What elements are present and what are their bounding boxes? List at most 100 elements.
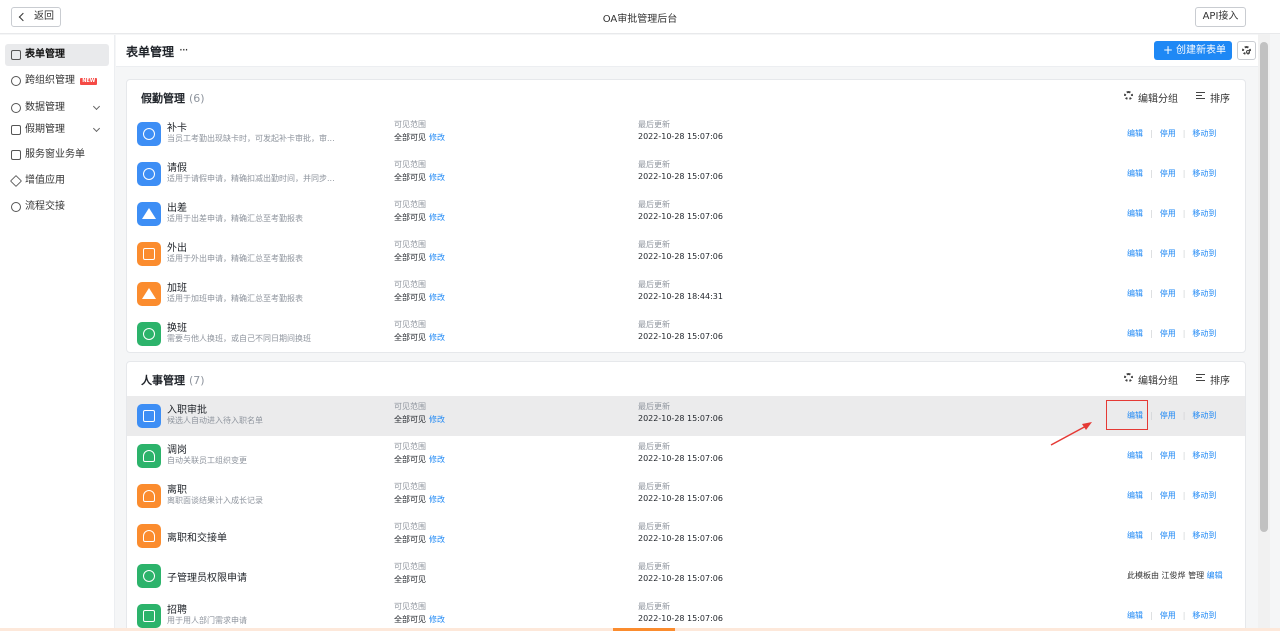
modify-visibility-link[interactable]: 修改 (429, 535, 445, 544)
resign-icon (143, 490, 155, 502)
disable-link[interactable]: 停用 (1160, 249, 1176, 258)
sidebar-item-process-handover[interactable]: 流程交接 (5, 196, 109, 218)
edit-link[interactable]: 编辑 (1127, 209, 1143, 218)
form-name[interactable]: 补卡 (167, 119, 187, 134)
form-name[interactable]: 加班 (167, 279, 187, 294)
last-updated-label: 最后更新 (638, 482, 670, 491)
visibility-label: 可见范围 (394, 320, 426, 329)
move-to-link[interactable]: 移动到 (1192, 329, 1216, 338)
sort-button[interactable]: 排序 (1196, 372, 1230, 387)
move-to-link[interactable]: 移动到 (1192, 249, 1216, 258)
sort-button[interactable]: 排序 (1196, 90, 1230, 105)
plane-icon (142, 208, 156, 219)
edit-group-button[interactable]: 编辑分组 (1124, 372, 1178, 387)
edit-group-button[interactable]: 编辑分组 (1124, 90, 1178, 105)
form-row[interactable]: 请假 适用于请假申请，精确扣减出勤时间，并同步... 可见范围 全部可见 修改 最后更新 2… (127, 154, 1245, 194)
form-name[interactable]: 子管理员权限申请 (167, 569, 247, 584)
visibility-text: 全部可见 (394, 333, 426, 342)
disable-link[interactable]: 停用 (1160, 531, 1176, 540)
modify-visibility-link[interactable]: 修改 (429, 455, 445, 464)
scrollbar-thumb[interactable] (1260, 42, 1268, 532)
move-to-link[interactable]: 移动到 (1192, 451, 1216, 460)
form-name[interactable]: 入职审批 (167, 401, 207, 416)
modify-visibility-link[interactable]: 修改 (429, 615, 445, 624)
group-header: 假勤管理 (6) 编辑分组 排序 (127, 80, 1245, 114)
edit-link[interactable]: 编辑 (1127, 129, 1143, 138)
sidebar-item-data-management[interactable]: 数据管理 (5, 97, 109, 119)
sidebar-item-cross-org[interactable]: 跨组织管理 NEW (5, 70, 109, 92)
visibility-label: 可见范围 (394, 280, 426, 289)
disable-link[interactable]: 停用 (1160, 289, 1176, 298)
disable-link[interactable]: 停用 (1160, 491, 1176, 500)
move-to-link[interactable]: 移动到 (1192, 129, 1216, 138)
edit-link[interactable]: 编辑 (1207, 571, 1223, 580)
form-row[interactable]: 补卡 当员工考勤出现缺卡时，可发起补卡审批，审... 可见范围 全部可见 修改 最后更新 2… (127, 114, 1245, 154)
form-name[interactable]: 请假 (167, 159, 187, 174)
move-to-link[interactable]: 移动到 (1192, 531, 1216, 540)
sidebar-item-form-management[interactable]: 表单管理 (5, 44, 109, 66)
form-icon-tile (137, 162, 161, 186)
modify-visibility-link[interactable]: 修改 (429, 213, 445, 222)
more-icon[interactable]: ··· (179, 43, 189, 57)
sidebar-item-value-added[interactable]: 增值应用 (5, 170, 109, 192)
sidebar-item-service-window[interactable]: 服务窗业务单 (5, 144, 109, 166)
sidebar-item-leave-management[interactable]: 假期管理 (5, 119, 109, 141)
modify-visibility-link[interactable]: 修改 (429, 173, 445, 182)
action-separator: | (1182, 169, 1186, 178)
edit-link[interactable]: 编辑 (1127, 289, 1143, 298)
form-row[interactable]: 外出 适用于外出申请，精确汇总至考勤报表 可见范围 全部可见 修改 最后更新 2022-10… (127, 234, 1245, 274)
modify-visibility-link[interactable]: 修改 (429, 133, 445, 142)
form-row[interactable]: 子管理员权限申请 可见范围 全部可见 最后更新 2022-10-28 15:07:06 此… (127, 556, 1245, 596)
chart-icon (11, 103, 21, 113)
move-to-link[interactable]: 移动到 (1192, 289, 1216, 298)
modify-visibility-link[interactable]: 修改 (429, 253, 445, 262)
form-name[interactable]: 调岗 (167, 441, 187, 456)
move-to-link[interactable]: 移动到 (1192, 411, 1216, 420)
edit-link[interactable]: 编辑 (1127, 611, 1143, 620)
modify-visibility-link[interactable]: 修改 (429, 415, 445, 424)
edit-link[interactable]: 编辑 (1127, 491, 1143, 500)
create-form-button[interactable]: + 创建新表单 (1154, 41, 1232, 60)
edit-link[interactable]: 编辑 (1127, 531, 1143, 540)
form-row[interactable]: 加班 适用于加班申请，精确汇总至考勤报表 可见范围 全部可见 修改 最后更新 2022-10… (127, 274, 1245, 314)
form-name[interactable]: 换班 (167, 319, 187, 334)
edit-link[interactable]: 编辑 (1127, 169, 1143, 178)
disable-link[interactable]: 停用 (1160, 169, 1176, 178)
form-row[interactable]: 招聘 用于用人部门需求申请 可见范围 全部可见 修改 最后更新 2022-10-28 15:… (127, 596, 1245, 631)
settings-button[interactable] (1237, 41, 1256, 60)
form-name[interactable]: 招聘 (167, 601, 187, 616)
last-updated-value: 2022-10-28 15:07:06 (638, 414, 723, 423)
form-name[interactable]: 离职和交接单 (167, 529, 227, 544)
form-name[interactable]: 出差 (167, 199, 187, 214)
form-name[interactable]: 离职 (167, 481, 187, 496)
move-to-link[interactable]: 移动到 (1192, 491, 1216, 500)
modify-visibility-link[interactable]: 修改 (429, 495, 445, 504)
row-actions: 编辑 | 停用 | 移动到 (1127, 450, 1216, 461)
disable-link[interactable]: 停用 (1160, 129, 1176, 138)
last-updated-value: 2022-10-28 18:44:31 (638, 292, 723, 301)
visibility-label: 可见范围 (394, 160, 426, 169)
action-separator: | (1150, 329, 1153, 338)
disable-link[interactable]: 停用 (1160, 209, 1176, 218)
modify-visibility-link[interactable]: 修改 (429, 333, 445, 342)
form-icon-tile (137, 282, 161, 306)
api-access-button[interactable]: API接入 (1195, 7, 1246, 27)
move-to-link[interactable]: 移动到 (1192, 209, 1216, 218)
edit-link[interactable]: 编辑 (1127, 329, 1143, 338)
edit-link[interactable]: 编辑 (1127, 451, 1143, 460)
modify-visibility-link[interactable]: 修改 (429, 293, 445, 302)
disable-link[interactable]: 停用 (1160, 451, 1176, 460)
form-row[interactable]: 离职 离职面谈结果计入成长记录 可见范围 全部可见 修改 最后更新 2022-10-28 1… (127, 476, 1245, 516)
last-updated-value: 2022-10-28 15:07:06 (638, 574, 723, 583)
last-updated-value: 2022-10-28 15:07:06 (638, 614, 723, 623)
form-row[interactable]: 出差 适用于出差申请，精确汇总至考勤报表 可见范围 全部可见 修改 最后更新 2022-10… (127, 194, 1245, 234)
disable-link[interactable]: 停用 (1160, 611, 1176, 620)
move-to-link[interactable]: 移动到 (1192, 611, 1216, 620)
form-name[interactable]: 外出 (167, 239, 187, 254)
form-row[interactable]: 离职和交接单 可见范围 全部可见 修改 最后更新 2022-10-28 15:07:06 编… (127, 516, 1245, 556)
disable-link[interactable]: 停用 (1160, 411, 1176, 420)
form-row[interactable]: 换班 需要与他人换班，或自己不同日期间换班 可见范围 全部可见 修改 最后更新 2022-1… (127, 314, 1245, 354)
edit-link[interactable]: 编辑 (1127, 249, 1143, 258)
move-to-link[interactable]: 移动到 (1192, 169, 1216, 178)
disable-link[interactable]: 停用 (1160, 329, 1176, 338)
